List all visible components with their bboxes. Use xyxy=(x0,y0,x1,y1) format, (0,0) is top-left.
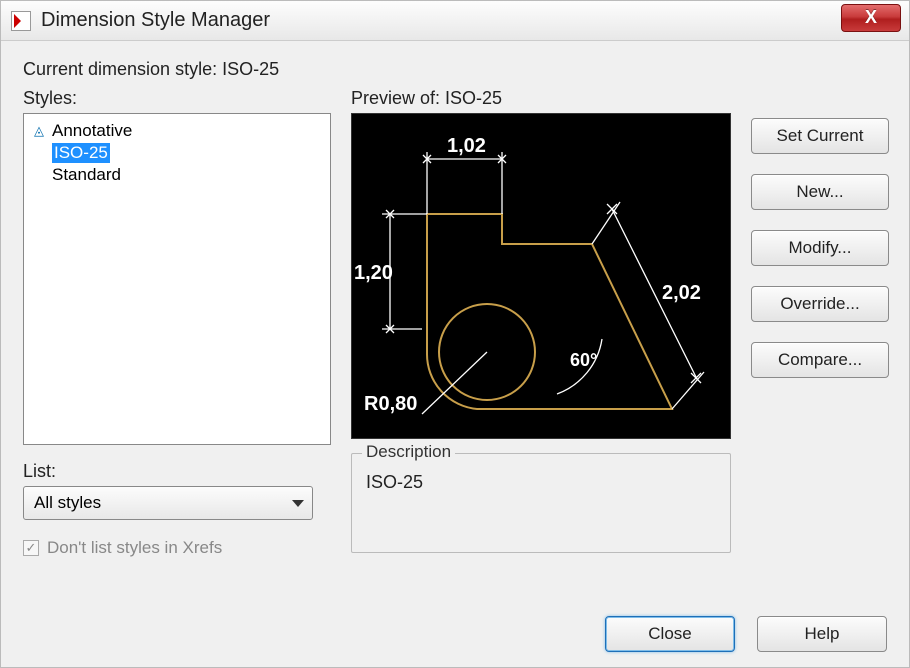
styles-list-item-iso25[interactable]: ISO-25 xyxy=(32,142,322,164)
dialog-content: Current dimension style: ISO-25 Styles: … xyxy=(1,41,909,611)
description-legend: Description xyxy=(362,442,455,462)
styles-list-item-annotative[interactable]: ◬ Annotative xyxy=(32,120,322,142)
app-icon xyxy=(11,11,31,31)
xref-checkbox-label: Don't list styles in Xrefs xyxy=(47,538,222,558)
dialog-footer: Close Help xyxy=(1,611,909,667)
annotative-icon: ◬ xyxy=(34,123,52,139)
dim-left: 1,20 xyxy=(354,262,393,284)
modify-button[interactable]: Modify... xyxy=(751,230,889,266)
titlebar: Dimension Style Manager X xyxy=(1,1,909,41)
dim-diag: 2,02 xyxy=(662,282,701,304)
current-style-value: ISO-25 xyxy=(222,59,279,79)
new-button[interactable]: New... xyxy=(751,174,889,210)
list-filter-label: List: xyxy=(23,461,331,482)
dim-top: 1,02 xyxy=(447,135,486,157)
list-filter-value: All styles xyxy=(34,493,101,513)
styles-list-item-label: ISO-25 xyxy=(52,143,110,163)
set-current-button[interactable]: Set Current xyxy=(751,118,889,154)
preview-panel: 1,02 1,20 2,02 60° R0,80 xyxy=(351,113,731,439)
styles-list-item-label: Standard xyxy=(52,165,121,185)
description-text: ISO-25 xyxy=(366,472,716,493)
preview-label: Preview of: ISO-25 xyxy=(351,88,731,109)
description-group: Description ISO-25 xyxy=(351,453,731,553)
xref-checkbox[interactable]: ✓ xyxy=(23,540,39,556)
window-close-button[interactable]: X xyxy=(841,4,901,32)
dim-radius: R0,80 xyxy=(364,393,417,415)
preview-label-style: ISO-25 xyxy=(445,88,502,108)
close-button[interactable]: Close xyxy=(605,616,735,652)
xref-checkbox-row: ✓ Don't list styles in Xrefs xyxy=(23,538,331,558)
close-icon: X xyxy=(865,7,877,28)
styles-label: Styles: xyxy=(23,88,331,109)
dim-angle: 60° xyxy=(570,350,597,370)
override-button[interactable]: Override... xyxy=(751,286,889,322)
styles-list-item-standard[interactable]: Standard xyxy=(32,164,322,186)
current-style-prefix: Current dimension style: xyxy=(23,59,222,79)
preview-drawing: 1,02 1,20 2,02 60° R0,80 xyxy=(352,114,732,440)
current-style-label: Current dimension style: ISO-25 xyxy=(23,59,889,80)
list-filter-select[interactable]: All styles xyxy=(23,486,313,520)
preview-label-prefix: Preview of: xyxy=(351,88,445,108)
help-button[interactable]: Help xyxy=(757,616,887,652)
styles-list[interactable]: ◬ Annotative ISO-25 Standard xyxy=(23,113,331,445)
window-title: Dimension Style Manager xyxy=(41,9,270,32)
compare-button[interactable]: Compare... xyxy=(751,342,889,378)
chevron-down-icon xyxy=(292,500,304,507)
styles-list-item-label: Annotative xyxy=(52,121,132,141)
dimension-style-manager-window: Dimension Style Manager X Current dimens… xyxy=(0,0,910,668)
